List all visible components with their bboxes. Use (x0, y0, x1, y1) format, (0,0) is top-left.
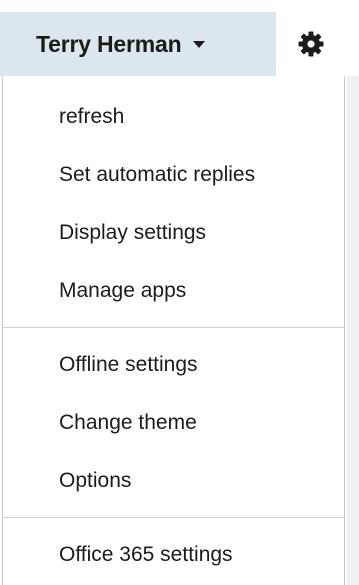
settings-gear-button[interactable] (276, 12, 345, 76)
background-page-edge (347, 76, 359, 585)
settings-menu-panel: Terry Herman refresh Set automatic repli… (0, 0, 359, 585)
top-edge (0, 0, 359, 12)
menu-group-account: refresh Set automatic replies Display se… (3, 76, 344, 320)
menu-item-set-automatic-replies[interactable]: Set automatic replies (3, 146, 344, 204)
menu-divider (3, 517, 344, 518)
menu-item-change-theme[interactable]: Change theme (3, 394, 344, 452)
caret-down-icon (193, 40, 206, 48)
gear-icon (298, 31, 323, 57)
menu-item-office-365-settings[interactable]: Office 365 settings (3, 526, 344, 584)
menu-item-display-settings[interactable]: Display settings (3, 204, 344, 262)
menu-item-refresh[interactable]: refresh (3, 88, 344, 146)
menu-divider (3, 327, 344, 328)
menu-group-office: Office 365 settings (3, 526, 344, 584)
menu-item-offline-settings[interactable]: Offline settings (3, 336, 344, 394)
menu-item-options[interactable]: Options (3, 452, 344, 510)
user-name: Terry Herman (36, 30, 182, 57)
account-header: Terry Herman (0, 12, 345, 76)
settings-menu: refresh Set automatic replies Display se… (2, 76, 345, 585)
menu-group-app: Offline settings Change theme Options (3, 336, 344, 510)
account-dropdown-button[interactable]: Terry Herman (0, 12, 276, 76)
menu-item-manage-apps[interactable]: Manage apps (3, 262, 344, 320)
